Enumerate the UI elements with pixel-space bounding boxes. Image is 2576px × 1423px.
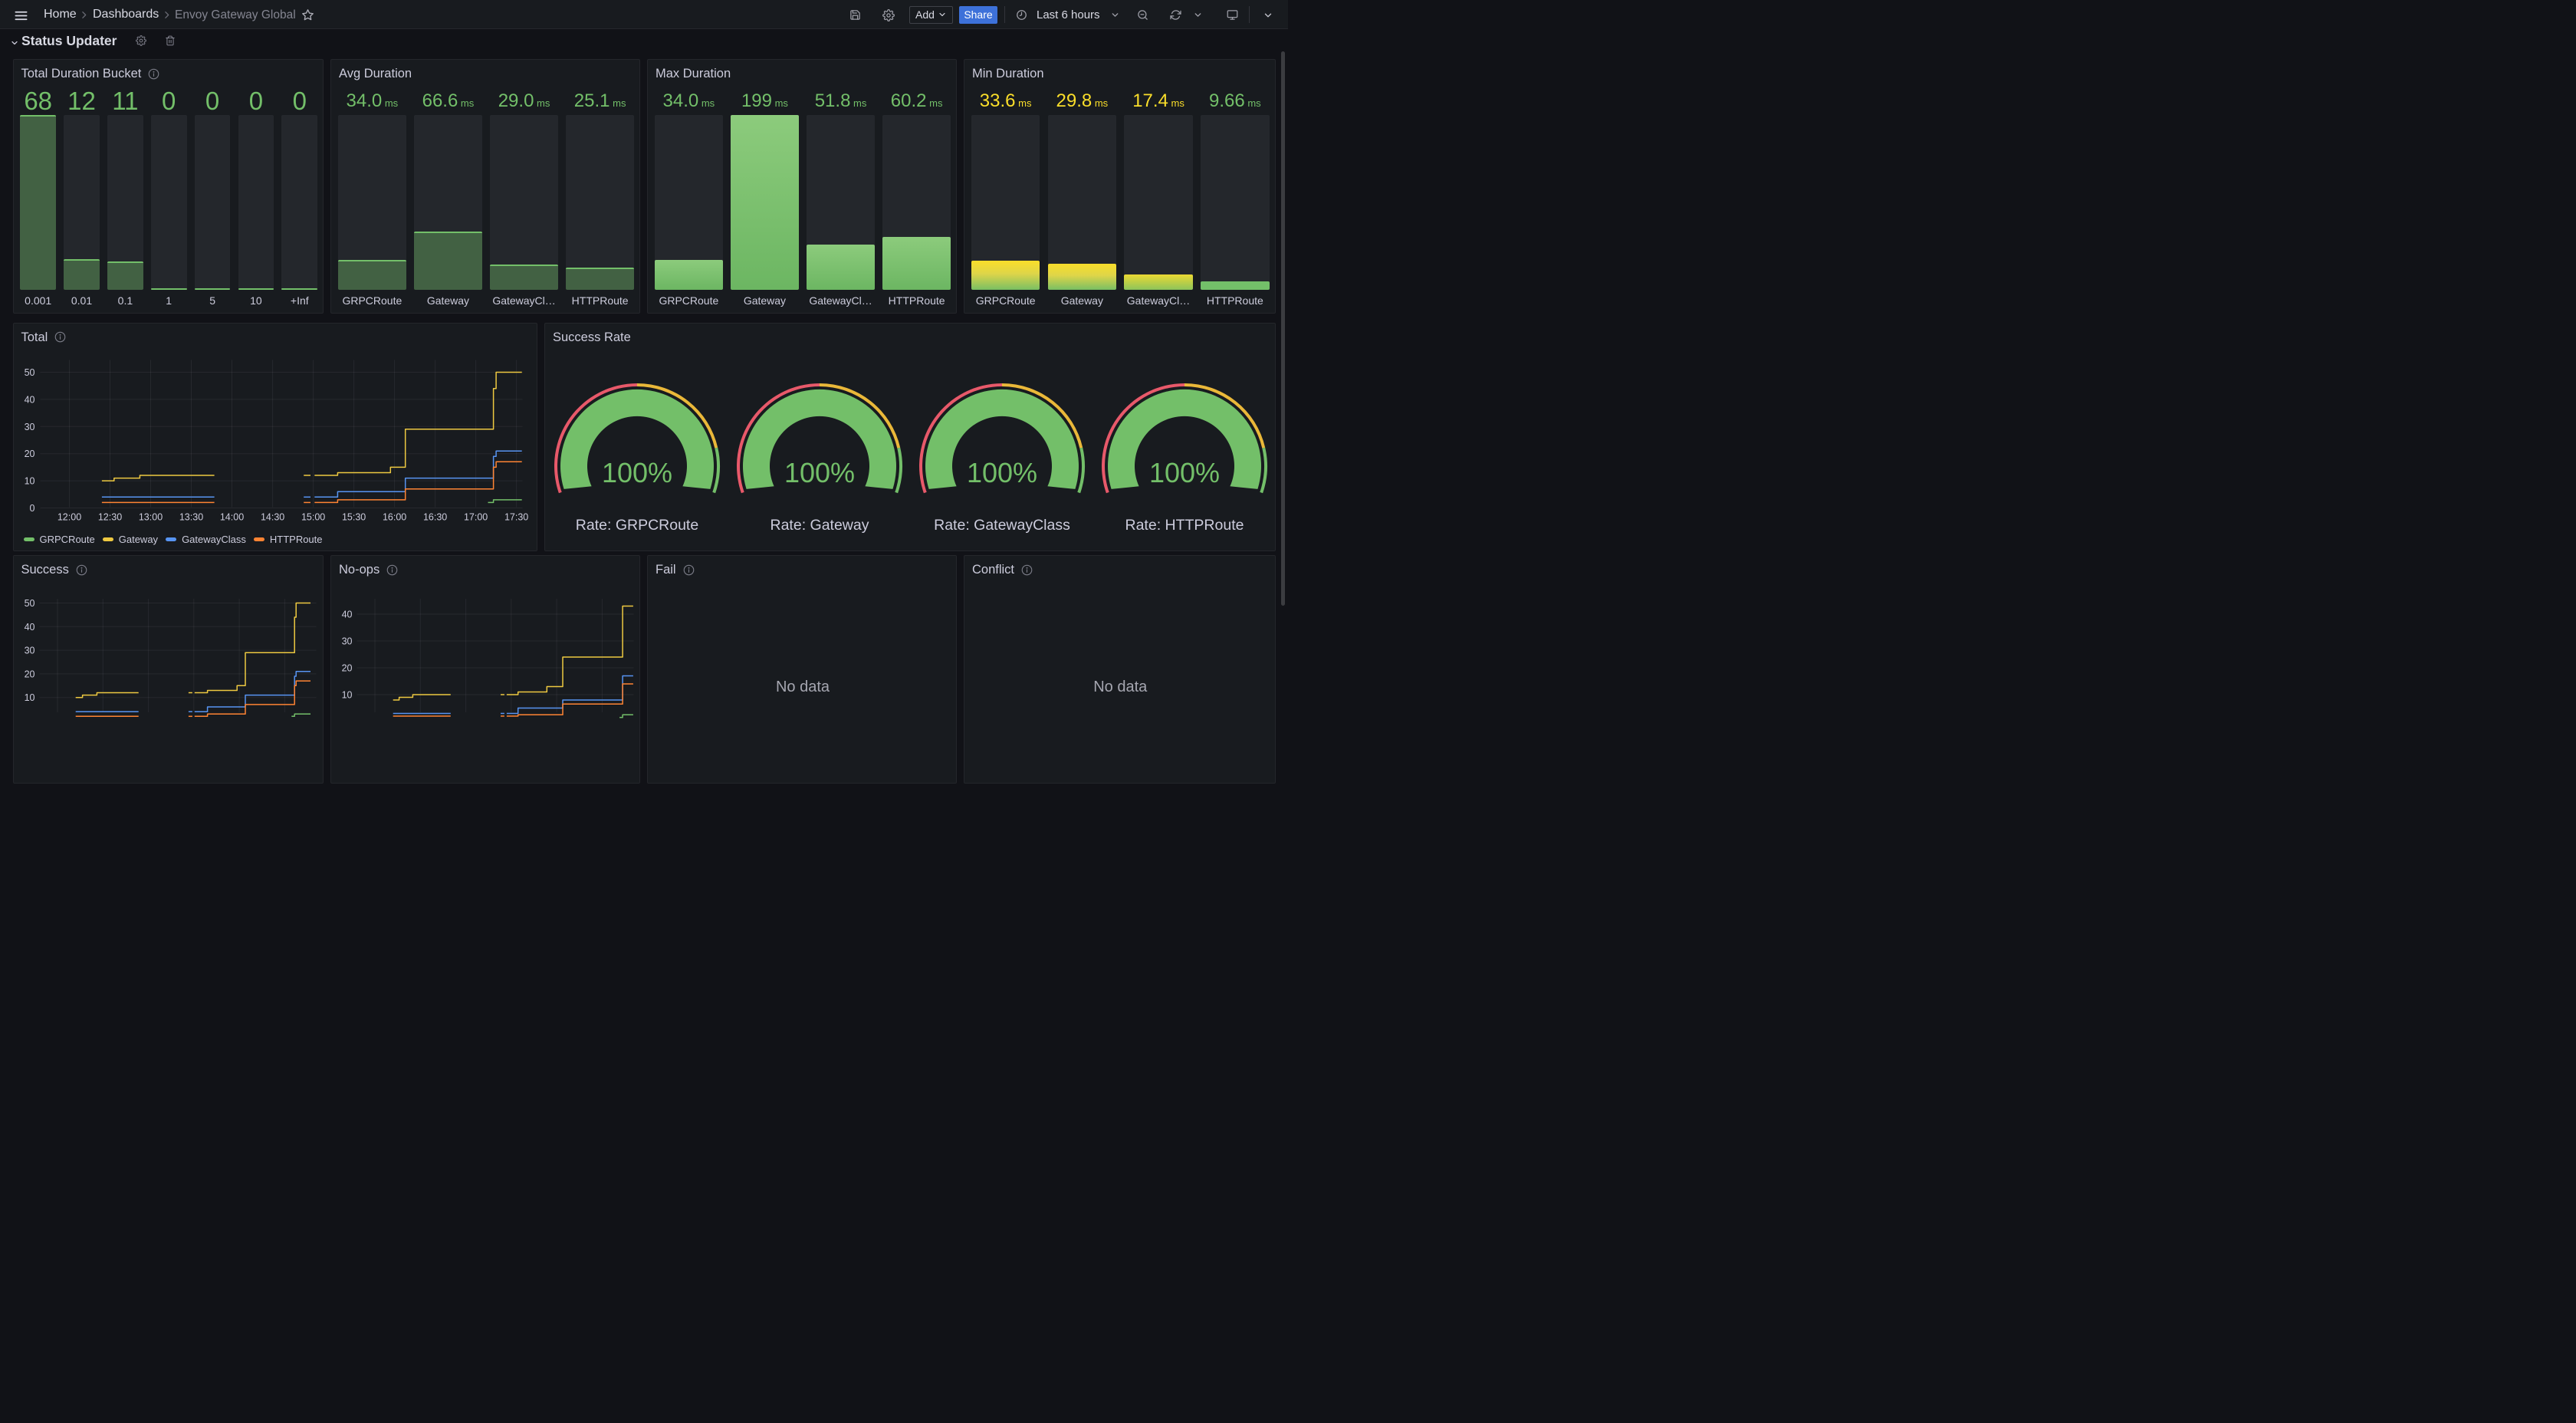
svg-text:20: 20: [342, 663, 353, 674]
svg-text:20: 20: [24, 669, 34, 679]
svg-text:17:00: 17:00: [463, 511, 487, 522]
svg-text:0: 0: [29, 503, 34, 514]
svg-text:50: 50: [24, 367, 34, 378]
svg-text:14:00: 14:00: [219, 511, 243, 522]
svg-text:10: 10: [24, 692, 34, 703]
svg-text:12:30: 12:30: [97, 511, 121, 522]
svg-text:40: 40: [342, 610, 353, 620]
svg-text:10: 10: [24, 475, 34, 486]
svg-text:40: 40: [24, 622, 34, 633]
svg-text:15:30: 15:30: [341, 511, 365, 522]
svg-text:15:00: 15:00: [301, 511, 324, 522]
svg-text:16:00: 16:00: [382, 511, 406, 522]
svg-text:10: 10: [342, 690, 353, 701]
svg-text:13:30: 13:30: [179, 511, 202, 522]
svg-text:30: 30: [24, 646, 34, 656]
svg-text:50: 50: [24, 598, 34, 609]
svg-text:16:30: 16:30: [422, 511, 446, 522]
svg-text:30: 30: [342, 636, 353, 647]
svg-text:12:00: 12:00: [57, 511, 80, 522]
svg-text:14:30: 14:30: [260, 511, 284, 522]
svg-text:30: 30: [24, 421, 34, 432]
svg-text:13:00: 13:00: [138, 511, 162, 522]
svg-text:17:30: 17:30: [504, 511, 527, 522]
svg-text:20: 20: [24, 449, 34, 459]
svg-text:40: 40: [24, 394, 34, 405]
